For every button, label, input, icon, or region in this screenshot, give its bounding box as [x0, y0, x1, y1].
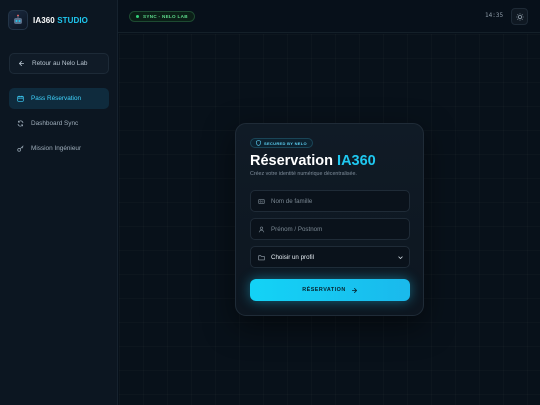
reservation-submit-button[interactable]: RÉSERVATION: [250, 279, 410, 301]
back-to-nelo-lab-button[interactable]: Retour au Nelo Lab: [9, 53, 109, 74]
secured-badge: SECURED BY NELO: [250, 138, 313, 148]
submit-label: RÉSERVATION: [302, 287, 346, 293]
brand[interactable]: IA360 STUDIO: [8, 10, 88, 30]
last-name-input[interactable]: Nom de famille: [250, 190, 410, 212]
back-label: Retour au Nelo Lab: [32, 60, 88, 67]
sun-icon: [515, 8, 524, 26]
key-icon: [17, 145, 24, 152]
user-icon: [258, 226, 265, 233]
clock: 14:35: [485, 12, 504, 19]
card-subtitle: Créez votre identité numérique décentral…: [250, 171, 357, 177]
theme-toggle-button[interactable]: [511, 8, 528, 25]
sidebar-item-pass-reservation[interactable]: Pass Réservation: [9, 88, 109, 109]
arrow-right-icon: [351, 287, 358, 294]
sync-icon: [17, 120, 24, 127]
first-name-input[interactable]: Prénom / Postnom: [250, 218, 410, 240]
top-bar: SYNC - NELO LAB 14:35: [118, 0, 540, 33]
sidebar-item-label: Mission Ingénieur: [31, 145, 82, 152]
shield-icon: [256, 140, 261, 146]
folder-icon: [258, 254, 265, 261]
robot-icon: [8, 10, 28, 30]
status-dot-icon: [136, 15, 139, 18]
id-card-icon: [258, 198, 265, 205]
arrow-left-icon: [18, 60, 25, 67]
sidebar: IA360 STUDIO Retour au Nelo Lab Pass Rés…: [0, 0, 118, 405]
profile-select[interactable]: Choisir un profil: [250, 246, 410, 268]
last-name-placeholder: Nom de famille: [271, 197, 313, 205]
profile-select-value: Choisir un profil: [271, 253, 314, 261]
reservation-card: SECURED BY NELO Réservation IA360 Créez …: [235, 123, 424, 316]
first-name-placeholder: Prénom / Postnom: [271, 225, 323, 233]
card-title: Réservation IA360: [250, 153, 376, 169]
sidebar-item-mission-ingenieur[interactable]: Mission Ingénieur: [9, 138, 109, 159]
sidebar-item-label: Pass Réservation: [31, 95, 82, 102]
sidebar-item-label: Dashboard Sync: [31, 120, 79, 127]
brand-name: IA360 STUDIO: [33, 15, 89, 25]
sync-status-badge: SYNC - NELO LAB: [129, 11, 195, 22]
chevron-down-icon: [397, 254, 404, 261]
sidebar-item-dashboard-sync[interactable]: Dashboard Sync: [9, 113, 109, 134]
calendar-icon: [17, 95, 24, 102]
